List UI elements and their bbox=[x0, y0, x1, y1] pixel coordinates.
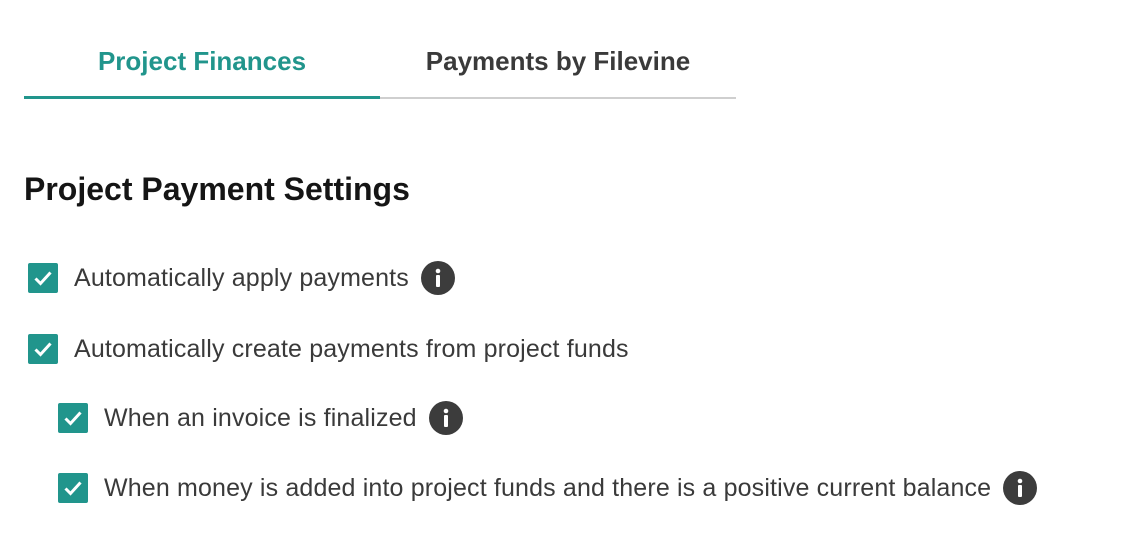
money-added-label: When money is added into project funds a… bbox=[104, 473, 992, 502]
info-icon[interactable] bbox=[428, 401, 463, 435]
auto-create-payments-label: Automatically create payments from proje… bbox=[74, 334, 629, 363]
invoice-finalized-checkbox[interactable] bbox=[58, 403, 88, 433]
section-title: Project Payment Settings bbox=[24, 171, 410, 207]
tab-bar: Project Finances Payments by Filevine bbox=[24, 28, 736, 99]
checkmark-icon bbox=[64, 481, 82, 496]
info-icon[interactable] bbox=[420, 261, 455, 295]
auto-create-payments-checkbox[interactable] bbox=[28, 334, 58, 364]
auto-apply-payments-label: Automatically apply payments bbox=[74, 263, 409, 292]
money-added-checkbox[interactable] bbox=[58, 473, 88, 503]
invoice-finalized-label: When an invoice is finalized bbox=[104, 403, 417, 432]
checkmark-icon bbox=[64, 411, 82, 426]
auto-apply-payments-checkbox[interactable] bbox=[28, 263, 58, 293]
info-icon[interactable] bbox=[1003, 471, 1038, 505]
option-money-added: When money is added into project funds a… bbox=[58, 468, 1038, 508]
checkmark-icon bbox=[34, 271, 52, 286]
option-auto-create-payments: Automatically create payments from proje… bbox=[28, 329, 629, 369]
option-invoice-finalized: When an invoice is finalized bbox=[58, 398, 463, 438]
tab-payments-by-filevine[interactable]: Payments by Filevine bbox=[380, 28, 736, 97]
checkmark-icon bbox=[34, 342, 52, 357]
tab-project-finances[interactable]: Project Finances bbox=[24, 28, 380, 99]
option-auto-apply-payments: Automatically apply payments bbox=[28, 258, 455, 298]
